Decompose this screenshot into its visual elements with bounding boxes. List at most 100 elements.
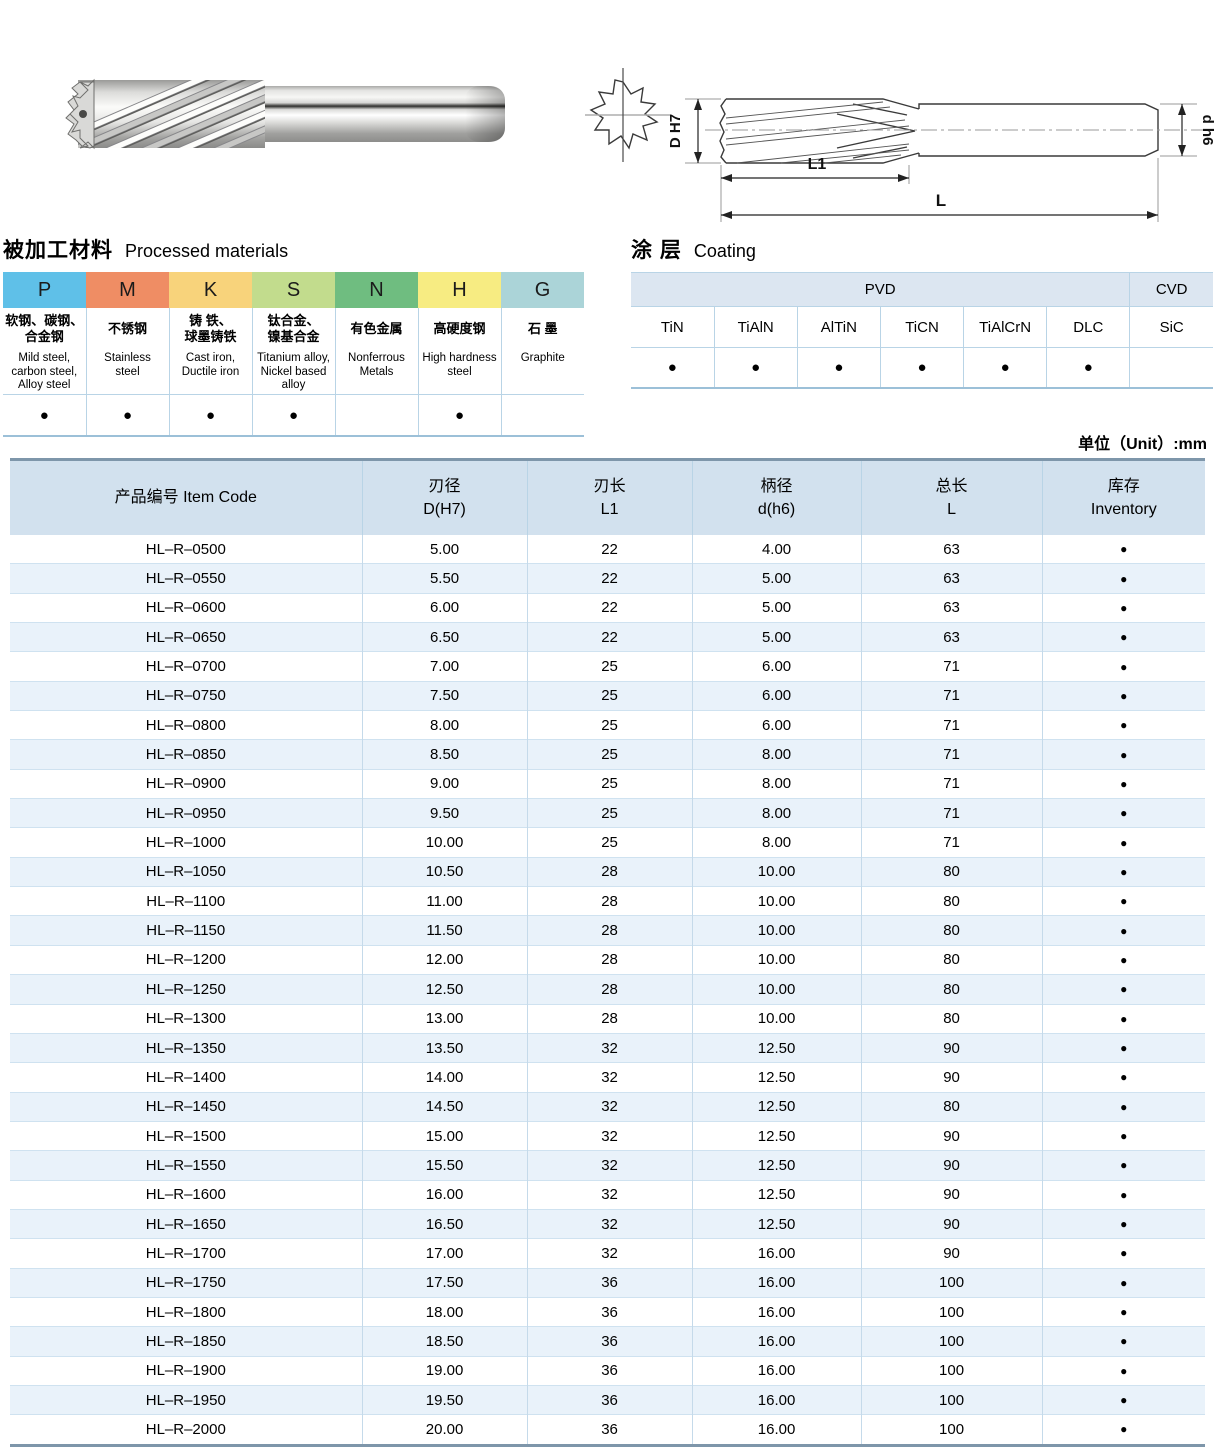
coating-type-TiCN: TiCN xyxy=(880,307,963,348)
inventory-dot-cell: ● xyxy=(1042,799,1205,828)
inventory-dot-cell: ● xyxy=(1042,1239,1205,1268)
spec-table-row: HL–R–07507.50256.0071● xyxy=(10,681,1205,710)
coating-type-TiAlN: TiAlN xyxy=(714,307,797,348)
item-code-cell: HL–R–1500 xyxy=(10,1121,362,1150)
overall-length-cell: 71 xyxy=(861,652,1042,681)
material-name-en: Stainless steel xyxy=(87,352,169,379)
overall-length-cell: 90 xyxy=(861,1033,1042,1062)
material-desc-S: 钛合金、 镍基合金Titanium alloy, Nickel based al… xyxy=(252,308,335,395)
overall-length-cell: 90 xyxy=(861,1151,1042,1180)
inventory-dot-cell: ● xyxy=(1042,975,1205,1004)
shank-diameter-cell: 5.00 xyxy=(692,564,861,593)
flute-length-cell: 36 xyxy=(527,1356,692,1385)
flute-length-cell: 32 xyxy=(527,1121,692,1150)
material-desc-K: 铸 铁、 球墨铸铁Cast iron, Ductile iron xyxy=(169,308,252,395)
coating-applicability-dot: ● xyxy=(964,348,1047,389)
inventory-dot-cell: ● xyxy=(1042,1209,1205,1238)
shank-diameter-cell: 8.00 xyxy=(692,828,861,857)
shank-diameter-cell: 16.00 xyxy=(692,1415,861,1445)
spec-table-row: HL–R–175017.503616.00100● xyxy=(10,1268,1205,1297)
shank-diameter-cell: 16.00 xyxy=(692,1268,861,1297)
material-name-cn: 石 墨 xyxy=(502,308,585,350)
overall-length-cell: 90 xyxy=(861,1180,1042,1209)
shank-diameter-cell: 12.50 xyxy=(692,1151,861,1180)
overall-length-cell: 80 xyxy=(861,857,1042,886)
processed-materials-section: 被加工材料 Processed materials PMKSNHG 软钢、碳钢、… xyxy=(3,234,584,437)
material-class-H: H xyxy=(418,272,501,308)
shank-diameter-cell: 16.00 xyxy=(692,1327,861,1356)
inventory-dot-cell: ● xyxy=(1042,769,1205,798)
spec-col-header-en: Inventory xyxy=(1043,498,1205,521)
shank-diameter-cell: 10.00 xyxy=(692,916,861,945)
dim-label-L1: L1 xyxy=(808,156,827,173)
spec-col-header-cn: 柄径 xyxy=(693,475,861,498)
processed-materials-title-en: Processed materials xyxy=(125,241,288,262)
spec-col-header-en: L xyxy=(862,498,1042,521)
shank-diameter-cell: 16.00 xyxy=(692,1297,861,1326)
spec-table-row: HL–R–09009.00258.0071● xyxy=(10,769,1205,798)
end-view-icon xyxy=(591,80,657,148)
shank-diameter-cell: 12.50 xyxy=(692,1121,861,1150)
spec-table-row: HL–R–07007.00256.0071● xyxy=(10,652,1205,681)
flute-length-cell: 28 xyxy=(527,945,692,974)
flute-diameter-cell: 16.00 xyxy=(362,1180,527,1209)
item-code-cell: HL–R–0750 xyxy=(10,681,362,710)
flute-diameter-cell: 14.50 xyxy=(362,1092,527,1121)
spec-col-header-cn: 库存 xyxy=(1043,475,1205,498)
flute-length-cell: 22 xyxy=(527,623,692,652)
material-applicability-dot xyxy=(501,395,584,437)
overall-length-cell: 80 xyxy=(861,1092,1042,1121)
dimension-diagram: D H7 d h6 L1 L xyxy=(585,52,1215,234)
coating-applicability-dot: ● xyxy=(714,348,797,389)
material-desc-H: 高硬度钢High hardness steel xyxy=(418,308,501,395)
material-desc-P: 软钢、碳钢、 合金钢Mild steel, carbon steel, Allo… xyxy=(3,308,86,395)
spec-table-row: HL–R–130013.002810.0080● xyxy=(10,1004,1205,1033)
overall-length-cell: 80 xyxy=(861,1004,1042,1033)
flute-length-cell: 36 xyxy=(527,1297,692,1326)
inventory-dot-cell: ● xyxy=(1042,1297,1205,1326)
overall-length-cell: 100 xyxy=(861,1327,1042,1356)
material-desc-row: 软钢、碳钢、 合金钢Mild steel, carbon steel, Allo… xyxy=(3,308,584,395)
coating-group-CVD: CVD xyxy=(1130,273,1213,307)
item-code-cell: HL–R–0650 xyxy=(10,623,362,652)
flute-diameter-cell: 5.50 xyxy=(362,564,527,593)
overall-length-cell: 100 xyxy=(861,1356,1042,1385)
item-code-cell: HL–R–1800 xyxy=(10,1297,362,1326)
inventory-dot-cell: ● xyxy=(1042,1092,1205,1121)
spec-table-row: HL–R–125012.502810.0080● xyxy=(10,975,1205,1004)
spec-table-row: HL–R–05005.00224.0063● xyxy=(10,535,1205,564)
flute-length-cell: 22 xyxy=(527,535,692,564)
spec-table-row: HL–R–170017.003216.0090● xyxy=(10,1239,1205,1268)
spec-table-row: HL–R–145014.503212.5080● xyxy=(10,1092,1205,1121)
item-code-cell: HL–R–0900 xyxy=(10,769,362,798)
material-name-cn: 高硬度钢 xyxy=(419,308,501,350)
coating-title: 涂 层 Coating xyxy=(631,234,1213,264)
inventory-dot-cell: ● xyxy=(1042,711,1205,740)
material-class-S: S xyxy=(252,272,335,308)
material-name-cn: 不锈钢 xyxy=(87,308,169,350)
material-applicability-dot: ● xyxy=(169,395,252,437)
overall-length-cell: 63 xyxy=(861,535,1042,564)
overall-length-cell: 71 xyxy=(861,769,1042,798)
material-name-en: Nonferrous Metals xyxy=(336,352,418,379)
item-code-cell: HL–R–1700 xyxy=(10,1239,362,1268)
flute-diameter-cell: 12.00 xyxy=(362,945,527,974)
coating-type-DLC: DLC xyxy=(1047,307,1130,348)
flute-diameter-cell: 6.00 xyxy=(362,593,527,622)
spec-table-row: HL–R–08008.00256.0071● xyxy=(10,711,1205,740)
overall-length-cell: 80 xyxy=(861,887,1042,916)
coating-table: PVDCVD TiNTiAlNAlTiNTiCNTiAlCrNDLCSiC ●●… xyxy=(631,272,1213,389)
spec-header-row: 产品编号 Item Code刃径D(H7)刃长L1柄径d(h6)总长L库存Inv… xyxy=(10,460,1205,536)
coating-type-AlTiN: AlTiN xyxy=(797,307,880,348)
item-code-cell: HL–R–1750 xyxy=(10,1268,362,1297)
inventory-dot-cell: ● xyxy=(1042,1063,1205,1092)
item-code-cell: HL–R–1200 xyxy=(10,945,362,974)
material-class-G: G xyxy=(501,272,584,308)
flute-length-cell: 25 xyxy=(527,828,692,857)
flute-diameter-cell: 18.00 xyxy=(362,1297,527,1326)
item-code-cell: HL–R–1550 xyxy=(10,1151,362,1180)
shank-diameter-cell: 16.00 xyxy=(692,1385,861,1414)
material-desc-M: 不锈钢Stainless steel xyxy=(86,308,169,395)
overall-length-cell: 80 xyxy=(861,975,1042,1004)
flute-diameter-cell: 18.50 xyxy=(362,1327,527,1356)
